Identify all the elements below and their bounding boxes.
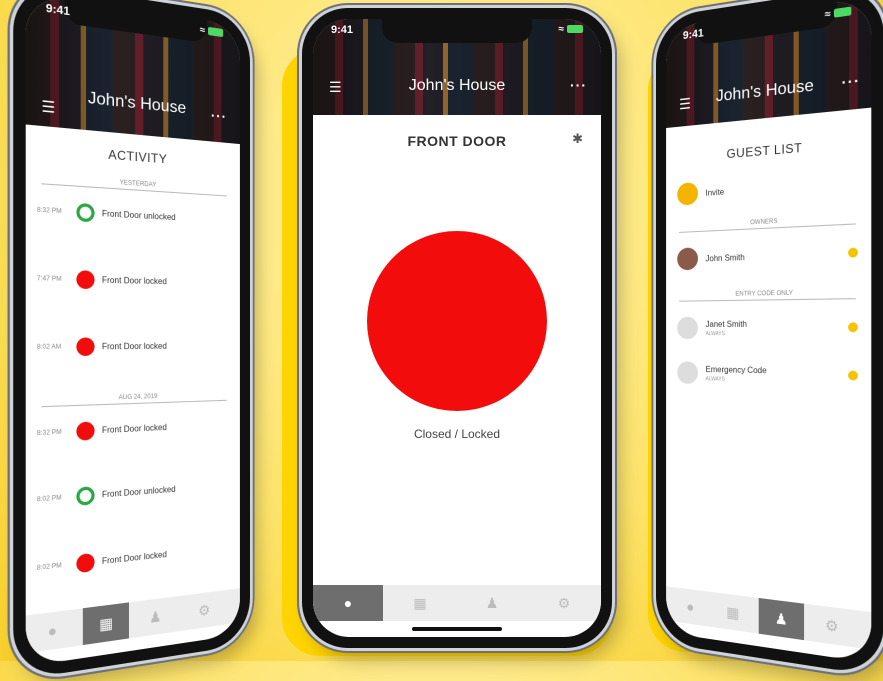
guest-status-dot (848, 247, 858, 258)
tab-bar: ● ▦ ♟ ⚙ (666, 586, 872, 650)
more-icon[interactable]: ··· (570, 77, 587, 93)
guests-tab-icon: ♟ (774, 608, 788, 628)
activity-row[interactable]: 8:32 PM Front Door locked (37, 416, 231, 446)
tab-lock[interactable]: ● (26, 609, 79, 653)
lock-tab-icon: ● (686, 597, 695, 616)
invite-label: Invite (705, 187, 725, 198)
locked-status-icon (76, 270, 95, 290)
front-door-screen: 9:41 ≈ ☰ John's House ··· FRONT DOOR ✱ C… (313, 19, 601, 637)
tab-settings[interactable]: ⚙ (183, 590, 225, 630)
guest-access: ALWAYS (705, 376, 725, 383)
tab-guests[interactable]: ♟ (758, 597, 805, 641)
left-phone: 9:41 ≈ ☰ John's House ··· ACTIVITY YESTE… (13, 0, 250, 681)
avatar (677, 361, 698, 385)
activity-row[interactable]: 7:47 PM Front Door locked (37, 269, 231, 294)
guest-name: John Smith (705, 252, 745, 264)
bluetooth-icon: ✱ (572, 131, 583, 146)
tab-activity[interactable]: ▦ (82, 602, 129, 646)
door-title: FRONT DOOR (407, 133, 507, 149)
home-indicator (412, 627, 502, 631)
guest-row[interactable]: Janet Smith ALWAYS (677, 316, 860, 345)
date-heading: AUG 24, 2019 (41, 391, 227, 408)
status-time: 9:41 (45, 1, 70, 19)
event-label: Front Door unlocked (101, 484, 176, 500)
lock-toggle-button[interactable] (367, 231, 547, 411)
tab-guests[interactable]: ♟ (133, 596, 177, 638)
date-heading: YESTERDAY (41, 174, 227, 197)
activity-row[interactable]: 8:02 AM Front Door locked (37, 337, 231, 360)
guest-row[interactable]: Emergency Code ALWAYS (677, 361, 860, 392)
event-label: Front Door locked (101, 341, 167, 352)
event-label: Front Door locked (101, 549, 167, 567)
locked-status-icon (76, 421, 95, 441)
event-time: 8:02 PM (36, 495, 62, 504)
tab-bar: ● ▦ ♟ ⚙ (25, 588, 240, 654)
settings-tab-icon: ⚙ (557, 594, 571, 611)
guest-access: ALWAYS (705, 331, 725, 338)
event-time: 8:32 PM (36, 429, 62, 438)
activity-tab-icon: ▦ (726, 602, 740, 622)
entry-code-heading: ENTRY CODE ONLY (679, 289, 856, 302)
activity-tab-icon: ▦ (413, 594, 427, 611)
tab-activity[interactable]: ▦ (385, 585, 455, 621)
house-title: John's House (408, 77, 506, 94)
lock-tab-icon: ● (343, 595, 353, 611)
activity-title: ACTIVITY (108, 147, 168, 167)
guest-name: Janet Smith (705, 319, 747, 329)
settings-tab-icon: ⚙ (198, 600, 211, 619)
more-icon[interactable]: ··· (842, 71, 861, 91)
guest-list-title: GUEST LIST (726, 140, 803, 162)
locked-status-icon (76, 552, 95, 574)
status-bar: 9:41 ≈ (331, 24, 583, 38)
tab-lock[interactable]: ● (313, 585, 383, 621)
guest-row[interactable]: John Smith (677, 241, 860, 275)
avatar (677, 247, 698, 271)
event-label: Front Door locked (101, 275, 167, 287)
status-time: 9:41 (331, 24, 354, 36)
tab-activity[interactable]: ▦ (713, 592, 752, 633)
settings-tab-icon: ⚙ (824, 615, 839, 635)
unlocked-status-icon (76, 486, 95, 506)
event-time: 8:02 AM (36, 344, 62, 352)
center-phone: 9:41 ≈ ☰ John's House ··· FRONT DOOR ✱ C… (302, 8, 612, 648)
event-time: 7:47 PM (36, 275, 62, 283)
guests-tab-icon: ♟ (149, 607, 162, 626)
activity-screen: 9:41 ≈ ☰ John's House ··· ACTIVITY YESTE… (25, 0, 240, 667)
more-icon[interactable]: ··· (211, 107, 227, 125)
guest-name: Emergency Code (705, 364, 767, 376)
activity-row[interactable]: 8:32 PM Front Door unlocked (37, 201, 231, 232)
wifi-battery-icon: ≈ (559, 24, 583, 35)
status-time: 9:41 (682, 27, 704, 43)
activity-row[interactable]: 8:02 PM Front Door unlocked (37, 476, 231, 512)
guests-tab-icon: ♟ (485, 594, 499, 611)
invite-icon (677, 181, 698, 206)
guest-status-dot (848, 370, 858, 381)
invite-row[interactable]: Invite (677, 170, 860, 209)
activity-tab-icon: ▦ (99, 613, 114, 633)
tab-settings[interactable]: ⚙ (810, 604, 853, 647)
event-label: Front Door locked (101, 422, 167, 436)
guest-status-dot (848, 322, 858, 333)
unlocked-status-icon (76, 202, 95, 223)
wifi-battery-icon: ≈ (200, 25, 224, 40)
tab-guests[interactable]: ♟ (457, 585, 527, 621)
activity-row[interactable]: 8:02 PM Front Door locked (37, 539, 231, 581)
lock-status-text: Closed / Locked (413, 427, 501, 441)
wifi-battery-icon: ≈ (825, 5, 852, 21)
event-label: Front Door unlocked (101, 208, 176, 223)
event-time: 8:02 PM (36, 562, 62, 573)
guest-list-screen: 9:41 ≈ ☰ John's House ··· GUEST LIST Inv… (666, 0, 872, 664)
tab-lock[interactable]: ● (672, 587, 710, 627)
avatar (677, 316, 698, 340)
tab-settings[interactable]: ⚙ (529, 585, 599, 621)
lock-tab-icon: ● (47, 621, 58, 641)
right-phone: 9:41 ≈ ☰ John's House ··· GUEST LIST Inv… (656, 0, 883, 678)
tab-bar: ● ▦ ♟ ⚙ (313, 585, 601, 621)
owners-heading: OWNERS (679, 214, 856, 233)
locked-status-icon (76, 337, 95, 357)
event-time: 8:32 PM (36, 207, 62, 216)
